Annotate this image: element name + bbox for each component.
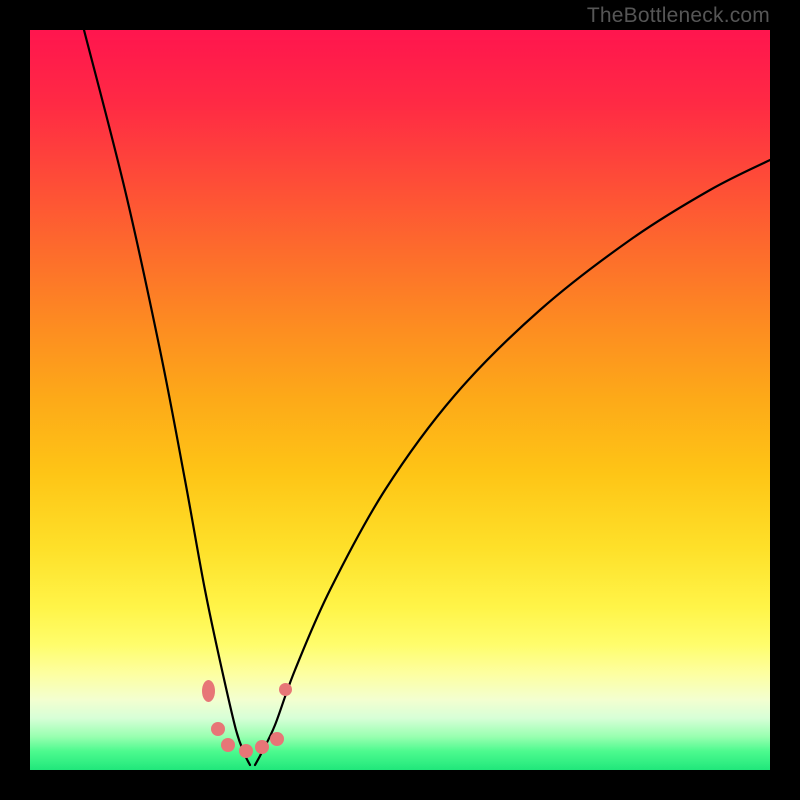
curve-marker (270, 732, 284, 746)
curve-marker (221, 738, 235, 752)
curve-marker (202, 680, 215, 702)
curve-marker (255, 740, 269, 754)
curve-marker (279, 683, 292, 696)
plot-area (30, 30, 770, 770)
curve-marker (239, 744, 253, 758)
curve-marker (211, 722, 225, 736)
right-curve (255, 160, 770, 765)
curves (30, 30, 770, 770)
left-curve (84, 30, 250, 765)
watermark-text: TheBottleneck.com (587, 4, 770, 28)
